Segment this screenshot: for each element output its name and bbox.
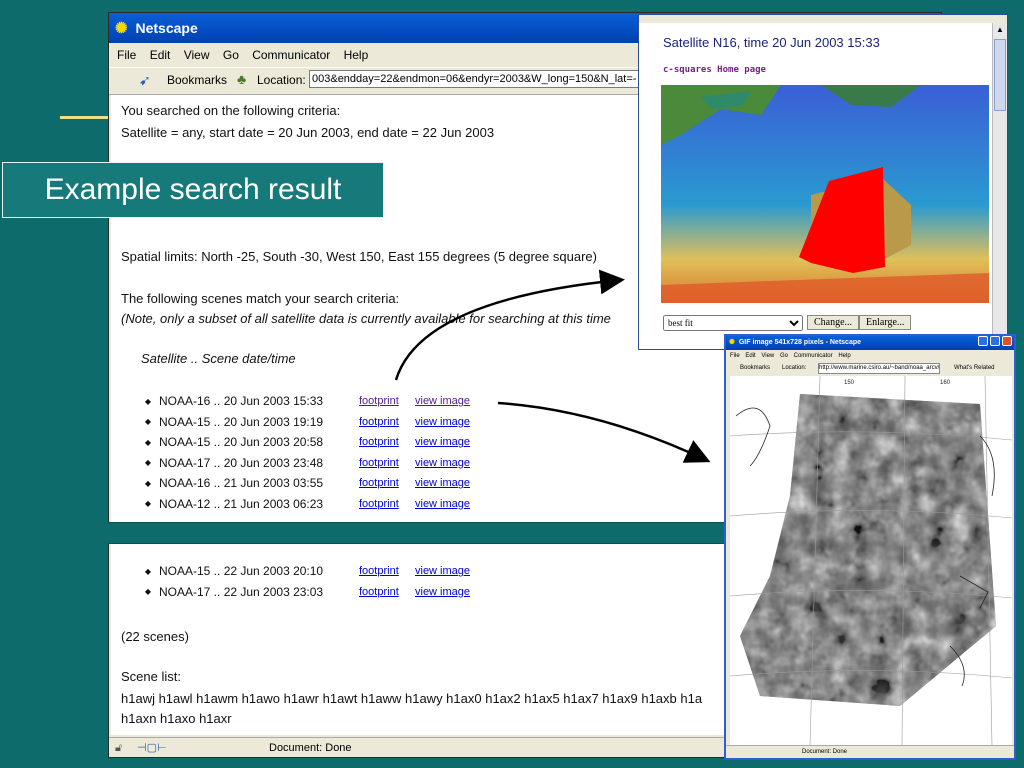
search-note: (Note, only a subset of all satellite da…	[121, 311, 611, 326]
bookmarks-button[interactable]: Bookmarks	[167, 73, 227, 87]
scene-list-line-1: h1awj h1awl h1awm h1awo h1awr h1awt h1aw…	[121, 691, 703, 706]
bullet-icon: ◆	[144, 587, 152, 597]
criteria-heading: You searched on the following criteria:	[121, 103, 341, 118]
criteria-line: Satellite = any, start date = 20 Jun 200…	[121, 125, 495, 140]
enlarge-button[interactable]: Enlarge...	[859, 315, 912, 330]
menu-go[interactable]: Go	[223, 48, 239, 62]
scene-list-bottom: ◆ NOAA-15 .. 22 Jun 2003 20:10 footprint…	[137, 561, 470, 602]
image-menu-edit[interactable]: Edit	[745, 353, 755, 359]
view-image-link[interactable]: view image	[415, 586, 470, 598]
image-location-toolbar: Bookmarks Location: http://www.marine.cs…	[726, 362, 1014, 374]
menu-help[interactable]: Help	[344, 48, 369, 62]
list-item: ◆ NOAA-17 .. 20 Jun 2003 23:48 footprint…	[137, 453, 470, 474]
bullet-icon: ◆	[144, 437, 152, 447]
footprint-scrollbar[interactable]: ▲	[992, 23, 1007, 349]
view-image-link[interactable]: view image	[415, 565, 470, 577]
footprint-link[interactable]: footprint	[359, 395, 415, 407]
image-netscape-icon: ✺	[729, 339, 735, 346]
match-heading: The following scenes match your search c…	[121, 291, 400, 306]
bullet-icon: ◆	[144, 499, 152, 509]
view-image-link[interactable]: view image	[415, 477, 470, 489]
footprint-link[interactable]: footprint	[359, 457, 415, 469]
footprint-link[interactable]: footprint	[359, 436, 415, 448]
view-image-link[interactable]: view image	[415, 395, 470, 407]
footprint-title: Satellite N16, time 20 Jun 2003 15:33	[663, 35, 880, 50]
list-item: ◆ NOAA-17 .. 22 Jun 2003 23:03 footprint…	[137, 582, 470, 603]
view-image-link[interactable]: view image	[415, 436, 470, 448]
menu-view[interactable]: View	[184, 48, 210, 62]
image-menu-go[interactable]: Go	[780, 353, 788, 359]
location-icon: ♣	[237, 71, 247, 87]
csquares-home-link[interactable]: c-squares Home page	[663, 65, 766, 75]
image-status-bar: Document: Done	[726, 745, 1014, 758]
bookmarks-icon: ➹	[139, 72, 151, 88]
minimize-button[interactable]	[978, 336, 988, 346]
image-window-title: GIF image 541x728 pixels - Netscape	[738, 339, 862, 346]
bullet-icon: ◆	[144, 458, 152, 468]
lon-label-150: 150	[844, 380, 855, 386]
scene-table-header: Satellite .. Scene date/time	[141, 351, 296, 366]
footprint-link[interactable]: footprint	[359, 416, 415, 428]
image-menu-communicator[interactable]: Communicator	[794, 353, 833, 359]
view-image-link[interactable]: view image	[415, 498, 470, 510]
menu-communicator[interactable]: Communicator	[252, 48, 330, 62]
scene-list-heading: Scene list:	[121, 669, 181, 684]
footprint-window-top-strip	[639, 15, 1007, 23]
image-title-bar: ✺ GIF image 541x728 pixels - Netscape	[726, 336, 1014, 350]
footprint-map-image	[661, 85, 989, 303]
slide-decor-line	[60, 116, 110, 119]
image-menu-bar: File Edit View Go Communicator Help	[730, 351, 851, 361]
list-item: ◆ NOAA-12 .. 21 Jun 2003 06:23 footprint…	[137, 494, 470, 515]
image-location-label: Location:	[782, 365, 807, 371]
menu-edit[interactable]: Edit	[150, 48, 171, 62]
list-item: ◆ NOAA-15 .. 20 Jun 2003 19:19 footprint…	[137, 412, 470, 433]
list-item: ◆ NOAA-15 .. 22 Jun 2003 20:10 footprint…	[137, 561, 470, 582]
bullet-icon: ◆	[144, 478, 152, 488]
location-label: Location:	[257, 73, 306, 87]
footprint-link[interactable]: footprint	[359, 586, 415, 598]
footprint-window: Satellite N16, time 20 Jun 2003 15:33 c-…	[638, 14, 1008, 350]
slide-teal-band	[108, 522, 748, 544]
bullet-icon: ◆	[144, 566, 152, 576]
scene-list-top: ◆ NOAA-16 .. 20 Jun 2003 15:33 footprint…	[137, 391, 470, 514]
satellite-gif-image: 150 160	[730, 376, 1012, 746]
list-item: ◆ NOAA-16 .. 21 Jun 2003 03:55 footprint…	[137, 473, 470, 494]
footprint-link[interactable]: footprint	[359, 565, 415, 577]
lon-label-160: 160	[940, 380, 951, 386]
image-bookmarks-button[interactable]: Bookmarks	[740, 362, 770, 374]
bullet-icon: ◆	[144, 417, 152, 427]
scene-list-line-2: h1axn h1axo h1axr	[121, 711, 232, 726]
maximize-button[interactable]	[990, 336, 1000, 346]
whats-related-button[interactable]: What's Related	[954, 362, 995, 374]
window-title: Netscape	[135, 20, 198, 36]
scroll-up-icon[interactable]: ▲	[993, 23, 1007, 37]
caption-text: Example search result	[44, 173, 342, 206]
list-item: ◆ NOAA-16 .. 20 Jun 2003 15:33 footprint…	[137, 391, 470, 412]
image-menu-help[interactable]: Help	[838, 353, 850, 359]
footprint-link[interactable]: footprint	[359, 498, 415, 510]
netscape-logo-icon: ✺	[115, 20, 128, 37]
zoom-select[interactable]: best fit	[663, 315, 803, 331]
footprint-link[interactable]: footprint	[359, 477, 415, 489]
view-image-link[interactable]: view image	[415, 416, 470, 428]
image-menu-file[interactable]: File	[730, 353, 740, 359]
menu-file[interactable]: File	[117, 48, 136, 62]
image-location-input[interactable]: http://www.marine.csiro.au/~band/noaa_ar…	[818, 363, 940, 374]
scene-count: (22 scenes)	[121, 629, 189, 644]
spatial-limits: Spatial limits: North -25, South -30, We…	[121, 249, 597, 264]
image-window: ✺ GIF image 541x728 pixels - Netscape Fi…	[724, 334, 1016, 760]
list-item: ◆ NOAA-15 .. 20 Jun 2003 20:58 footprint…	[137, 432, 470, 453]
status-text: Document: Done	[269, 742, 352, 754]
connection-icon: ⊣▢⊢	[137, 742, 167, 754]
bullet-icon: ◆	[144, 396, 152, 406]
image-menu-view[interactable]: View	[761, 353, 774, 359]
view-image-link[interactable]: view image	[415, 457, 470, 469]
close-button[interactable]	[1002, 336, 1012, 346]
scroll-thumb[interactable]	[994, 39, 1006, 111]
slide-caption: Example search result	[2, 162, 384, 218]
change-button[interactable]: Change...	[807, 315, 860, 330]
location-input[interactable]	[309, 70, 639, 88]
security-lock-icon[interactable]: 🔓︎	[115, 738, 122, 757]
image-status-text: Document: Done	[802, 749, 848, 755]
